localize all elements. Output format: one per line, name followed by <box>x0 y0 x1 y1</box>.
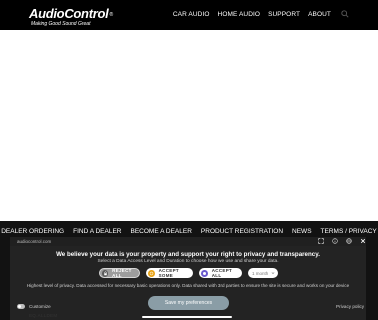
accept-all-label: ACCEPT ALL <box>211 268 233 278</box>
customize-control[interactable]: Customize <box>17 304 51 309</box>
info-icon[interactable] <box>332 238 338 244</box>
save-preferences-label: Save my preferences <box>164 300 213 306</box>
footer-link-product-registration[interactable]: PRODUCT REGISTRATION <box>201 228 283 235</box>
customize-label: Customize <box>29 304 51 309</box>
footer-link-dealer-ordering[interactable]: DEALER ORDERING <box>1 228 64 235</box>
reject-all-label: REJECT ALL <box>112 268 132 278</box>
partial-icon <box>148 269 155 277</box>
customize-toggle[interactable] <box>17 304 25 309</box>
consent-description: Highest level of privacy. Data accessed … <box>26 283 350 288</box>
reject-all-option[interactable]: REJECT ALL <box>99 268 140 278</box>
footer-links: DEALER ORDERING FIND A DEALER BECOME A D… <box>0 228 378 235</box>
nav-support[interactable]: SUPPORT <box>268 11 300 18</box>
logo-registered-mark: ® <box>109 12 113 18</box>
accept-all-option[interactable]: ACCEPT ALL <box>199 268 242 278</box>
lock-icon <box>102 269 109 277</box>
chevron-down-icon <box>271 272 275 274</box>
full-icon <box>201 269 208 277</box>
nav-car-audio[interactable]: CAR AUDIO <box>173 11 210 18</box>
duration-value: 1 month <box>252 270 269 276</box>
consent-titlebar <box>10 237 366 246</box>
main-nav: CAR AUDIO HOME AUDIO SUPPORT ABOUT <box>173 10 349 18</box>
nav-home-audio[interactable]: HOME AUDIO <box>218 11 261 18</box>
brand-logo[interactable]: AudioControl ® Making Good Sound Great <box>29 6 113 27</box>
footer-link-terms-privacy[interactable]: TERMS / PRIVACY <box>321 228 377 235</box>
toggle-knob <box>18 305 21 308</box>
accept-some-label: ACCEPT SOME <box>158 268 179 278</box>
privacy-policy-link[interactable]: Privacy policy <box>336 304 364 309</box>
footer-link-become-dealer[interactable]: BECOME A DEALER <box>131 228 192 235</box>
consent-subtitle: Select a Data Access Level and Duration … <box>97 259 279 264</box>
footer-link-news[interactable]: NEWS <box>292 228 312 235</box>
logo-tagline: Making Good Sound Great <box>31 21 91 27</box>
duration-select[interactable]: 1 month <box>248 268 278 278</box>
logo-text: AudioControl <box>29 6 109 21</box>
consent-toolbar-icons <box>318 238 366 244</box>
expand-icon[interactable] <box>318 238 324 244</box>
save-preferences-button[interactable]: Save my preferences <box>148 296 229 310</box>
close-icon[interactable] <box>360 238 366 244</box>
globe-icon[interactable] <box>346 238 352 244</box>
consent-domain: audiocontrol.com <box>17 238 52 244</box>
accept-some-option[interactable]: ACCEPT SOME <box>146 268 193 278</box>
home-indicator <box>142 316 232 318</box>
footer-link-find-dealer[interactable]: FIND A DEALER <box>73 228 121 235</box>
search-icon[interactable] <box>341 10 349 18</box>
nav-about[interactable]: ABOUT <box>308 11 331 18</box>
consent-title: We believe your data is your property an… <box>56 251 320 258</box>
